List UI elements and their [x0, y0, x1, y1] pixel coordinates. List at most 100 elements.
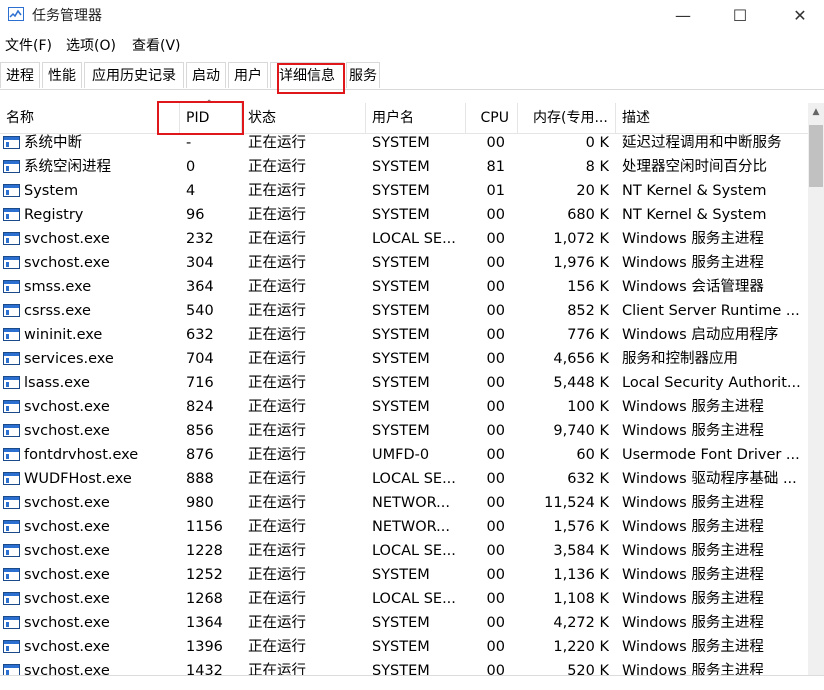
window-title: 任务管理器	[32, 8, 102, 24]
table-row[interactable]: svchost.exe 1228 正在运行 LOCAL SE... 00 3,584 K W…	[0, 539, 808, 563]
scrollbar-thumb[interactable]	[809, 125, 823, 187]
scroll-up-icon[interactable]: ▲	[808, 103, 824, 121]
table-row[interactable]: svchost.exe 856 正在运行 SYSTEM 00 9,740 K Windows…	[0, 419, 808, 443]
table-row[interactable]: svchost.exe 232 正在运行 LOCAL SE... 00 1,072 K Wi…	[0, 227, 808, 251]
table-row[interactable]: fontdrvhost.exe 876 正在运行 UMFD-0 00 60 K Usermo…	[0, 443, 808, 467]
tab-bar: 进程 性能 应用历史记录 启动 用户 详细信息 服务	[0, 62, 824, 90]
column-header-name[interactable]: 名称	[0, 103, 180, 133]
process-pid: 1228	[186, 543, 223, 559]
tab-performance[interactable]: 性能	[42, 62, 82, 88]
process-icon	[3, 328, 20, 341]
process-pid: 980	[186, 495, 214, 511]
tab-processes[interactable]: 进程	[0, 62, 40, 88]
table-row[interactable]: svchost.exe 824 正在运行 SYSTEM 00 100 K Windows 服…	[0, 395, 808, 419]
process-status: 正在运行	[248, 255, 306, 271]
process-description: 延迟过程调用和中断服务	[622, 135, 782, 151]
close-button[interactable]: ✕	[777, 0, 823, 30]
process-name: WUDFHost.exe	[24, 471, 132, 487]
process-pid: 1364	[186, 615, 223, 631]
process-status: 正在运行	[248, 231, 306, 247]
table-row[interactable]: svchost.exe 1432 正在运行 SYSTEM 00 520 K Windows …	[0, 659, 808, 675]
process-cpu: 00	[486, 135, 505, 151]
process-icon	[3, 664, 20, 675]
process-cpu: 00	[486, 279, 505, 295]
table-row[interactable]: wininit.exe 632 正在运行 SYSTEM 00 776 K Windows 启…	[0, 323, 808, 347]
process-pid: 304	[186, 255, 214, 271]
column-header-memory[interactable]: 内存(专用...	[518, 103, 616, 133]
process-description: Local Security Authorit...	[622, 375, 801, 391]
process-name: svchost.exe	[24, 423, 110, 439]
process-user: SYSTEM	[372, 375, 430, 391]
menu-file[interactable]: 文件(F)	[5, 35, 52, 55]
divider	[0, 675, 824, 676]
minimize-button[interactable]: —	[660, 0, 706, 30]
table-row[interactable]: csrss.exe 540 正在运行 SYSTEM 00 852 K Client Serv…	[0, 299, 808, 323]
process-user: SYSTEM	[372, 351, 430, 367]
process-pid: 704	[186, 351, 214, 367]
process-memory: 520 K	[567, 663, 609, 675]
table-row[interactable]: 系统中断 - 正在运行 SYSTEM 00 0 K 延迟过程调用和中断服务	[0, 131, 808, 155]
process-user: LOCAL SE...	[372, 543, 456, 559]
table-row[interactable]: svchost.exe 1252 正在运行 SYSTEM 00 1,136 K Window…	[0, 563, 808, 587]
process-name: svchost.exe	[24, 231, 110, 247]
title-bar: 任务管理器 — ☐ ✕	[0, 0, 824, 30]
process-status: 正在运行	[248, 639, 306, 655]
column-header-row: 名称 PID 状态 用户名 CPU 内存(专用... 描述	[0, 103, 808, 134]
menu-options[interactable]: 选项(O)	[66, 35, 116, 55]
tab-app-history[interactable]: 应用历史记录	[84, 62, 184, 88]
process-cpu: 00	[486, 591, 505, 607]
table-row[interactable]: svchost.exe 980 正在运行 NETWOR... 00 11,524 K Win…	[0, 491, 808, 515]
process-user: UMFD-0	[372, 447, 430, 463]
table-row[interactable]: svchost.exe 1156 正在运行 NETWOR... 00 1,576 K Win…	[0, 515, 808, 539]
process-description: Windows 会话管理器	[622, 279, 764, 295]
process-name: services.exe	[24, 351, 114, 367]
table-row[interactable]: System 4 正在运行 SYSTEM 01 20 K NT Kernel & Syste…	[0, 179, 808, 203]
table-row[interactable]: 系统空闲进程 0 正在运行 SYSTEM 81 8 K 处理器空闲时间百分比	[0, 155, 808, 179]
menu-view[interactable]: 查看(V)	[132, 35, 181, 55]
process-cpu: 00	[486, 207, 505, 223]
process-icon	[3, 208, 20, 221]
process-status: 正在运行	[248, 423, 306, 439]
column-header-description[interactable]: 描述	[616, 103, 808, 133]
process-icon	[3, 568, 20, 581]
process-memory: 156 K	[567, 279, 609, 295]
process-name: svchost.exe	[24, 591, 110, 607]
tab-services[interactable]: 服务	[346, 62, 380, 88]
table-row[interactable]: Registry 96 正在运行 SYSTEM 00 680 K NT Kernel & S…	[0, 203, 808, 227]
process-icon	[3, 184, 20, 197]
column-header-user[interactable]: 用户名	[366, 103, 466, 133]
process-list: 系统中断 - 正在运行 SYSTEM 00 0 K 延迟过程调用和中断服务 系统空闲进程 0 正在…	[0, 131, 808, 675]
process-pid: 876	[186, 447, 214, 463]
table-row[interactable]: WUDFHost.exe 888 正在运行 LOCAL SE... 00 632 K Win…	[0, 467, 808, 491]
process-user: SYSTEM	[372, 567, 430, 583]
process-name: wininit.exe	[24, 327, 103, 343]
process-status: 正在运行	[248, 591, 306, 607]
process-description: Windows 驱动程序基础 ...	[622, 471, 797, 487]
table-row[interactable]: svchost.exe 1268 正在运行 LOCAL SE... 00 1,108 K W…	[0, 587, 808, 611]
process-pid: 856	[186, 423, 214, 439]
column-header-cpu[interactable]: CPU	[466, 103, 518, 133]
process-user: SYSTEM	[372, 159, 430, 175]
table-row[interactable]: smss.exe 364 正在运行 SYSTEM 00 156 K Windows 会话管理…	[0, 275, 808, 299]
process-pid: 96	[186, 207, 205, 223]
process-user: NETWOR...	[372, 495, 451, 511]
process-memory: 1,136 K	[553, 567, 609, 583]
table-row[interactable]: svchost.exe 1396 正在运行 SYSTEM 00 1,220 K Window…	[0, 635, 808, 659]
maximize-button[interactable]: ☐	[717, 0, 763, 30]
process-name: csrss.exe	[24, 303, 91, 319]
column-header-status[interactable]: 状态	[242, 103, 366, 133]
process-pid: 364	[186, 279, 214, 295]
process-memory: 60 K	[576, 447, 609, 463]
table-row[interactable]: services.exe 704 正在运行 SYSTEM 00 4,656 K 服务和控制器…	[0, 347, 808, 371]
tab-startup[interactable]: 启动	[186, 62, 226, 88]
process-memory: 4,272 K	[553, 615, 609, 631]
vertical-scrollbar[interactable]: ▲	[808, 103, 824, 675]
process-icon	[3, 520, 20, 533]
table-row[interactable]: svchost.exe 1364 正在运行 SYSTEM 00 4,272 K Window…	[0, 611, 808, 635]
process-description: Windows 服务主进程	[622, 567, 764, 583]
table-row[interactable]: lsass.exe 716 正在运行 SYSTEM 00 5,448 K Local Sec…	[0, 371, 808, 395]
tab-users[interactable]: 用户	[228, 62, 268, 88]
process-description: Windows 服务主进程	[622, 399, 764, 415]
process-user: SYSTEM	[372, 255, 430, 271]
table-row[interactable]: svchost.exe 304 正在运行 SYSTEM 00 1,976 K Windows…	[0, 251, 808, 275]
